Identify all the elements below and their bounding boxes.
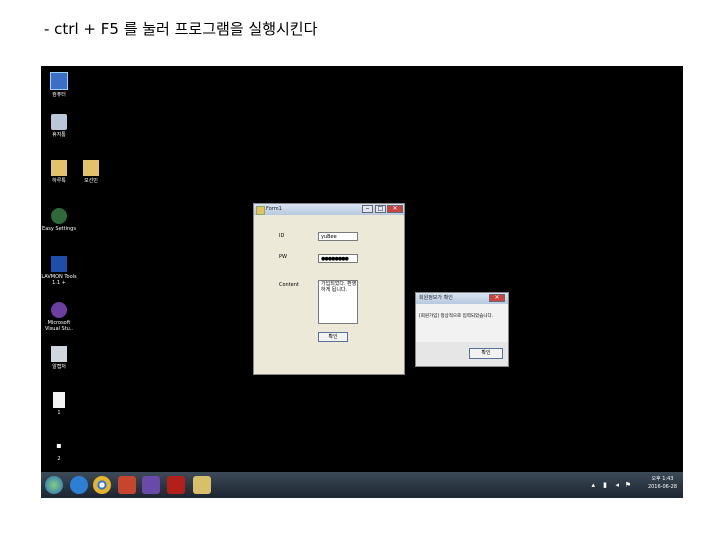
desktop-icon-label: Microsoft Visual Stu.. xyxy=(45,320,73,332)
desktop-icon-computer[interactable]: 컴퓨터 xyxy=(41,72,77,98)
content-textarea[interactable]: 가입되었다. 환영하게 됩니다. xyxy=(318,280,358,324)
id-label: ID xyxy=(279,233,285,239)
desktop-icon-label: 모선민 xyxy=(84,178,98,184)
clock-time: 오후 1:43 xyxy=(651,476,674,482)
easy-settings-icon xyxy=(51,208,67,224)
message-box-titlebar: 회원정보가 확인 ✕ xyxy=(416,293,508,304)
minimize-button[interactable]: ‒ xyxy=(362,205,373,213)
clock-date: 2016-06-28 xyxy=(647,484,677,490)
tray-arrow-icon[interactable]: ▴ xyxy=(591,481,595,489)
visual-studio-icon xyxy=(51,302,67,318)
app-icon xyxy=(256,206,265,215)
tray-flag-icon[interactable]: ⚑ xyxy=(625,481,631,489)
desktop-icon-label: 알캡처 xyxy=(52,364,66,370)
desktop-icon-shortcut-2[interactable]: ▪ 2 xyxy=(41,438,77,462)
form-window: Form1 ‒ □ ✕ ID yuBee PW ●●●●●●●● Content… xyxy=(253,203,405,375)
notepad-icon[interactable] xyxy=(193,476,211,494)
desktop-icon-easy-settings[interactable]: Easy Settings xyxy=(41,208,77,232)
content-label: Content xyxy=(279,282,299,288)
tray-network-icon[interactable]: ▮ xyxy=(603,481,607,489)
message-text: [회원가입] 정상적으로 입력되었습니다. xyxy=(419,314,494,319)
visual-studio-icon[interactable] xyxy=(142,476,160,494)
acrobat-icon[interactable] xyxy=(167,476,185,494)
id-input[interactable]: yuBee xyxy=(318,232,358,241)
tray-volume-icon[interactable]: ◂ xyxy=(615,481,619,489)
desktop-screenshot: 컴퓨터 휴지통 하루톡 모선민 Easy Settings LAVMON Too… xyxy=(41,66,683,498)
desktop-icon-recycle-bin[interactable]: 휴지통 xyxy=(41,114,77,138)
desktop-icon-folder-1[interactable]: 하루톡 xyxy=(41,160,77,184)
pw-label: PW xyxy=(279,254,287,260)
desktop-icon-folder-2[interactable]: 모선민 xyxy=(73,160,109,184)
close-button[interactable]: ✕ xyxy=(387,205,403,213)
message-ok-button[interactable]: 확인 xyxy=(469,348,503,359)
message-box-title: 회원정보가 확인 xyxy=(419,295,453,301)
desktop-icon-label: 2 xyxy=(57,456,61,462)
desktop-icon-lavmon[interactable]: LAVMON Tools 1.1 + xyxy=(41,256,77,286)
maximize-button[interactable]: □ xyxy=(375,205,386,213)
alcapture-icon xyxy=(51,346,67,362)
desktop-icon-visual-studio[interactable]: Microsoft Visual Stu.. xyxy=(41,302,77,332)
folder-icon xyxy=(83,160,99,176)
clock[interactable]: 오후 1:43 2016-06-28 xyxy=(648,475,677,491)
desktop-icon-label: Easy Settings xyxy=(42,226,76,232)
desktop-icon-label: 컴퓨터 xyxy=(52,92,66,98)
form-titlebar: Form1 ‒ □ ✕ xyxy=(254,204,404,215)
chrome-icon[interactable] xyxy=(93,476,111,494)
confirm-button[interactable]: 확인 xyxy=(318,332,348,342)
message-box: 회원정보가 확인 ✕ [회원가입] 정상적으로 입력되었습니다. 확인 xyxy=(415,292,509,367)
folder-icon xyxy=(51,160,67,176)
shortcut-icon: ▪ xyxy=(51,438,67,454)
instruction-caption: - ctrl + F5 를 눌러 프로그램을 실행시킨다 xyxy=(44,20,318,38)
desktop-icon-label: 1 xyxy=(57,410,61,416)
taskbar: ▴ ▮ ◂ ⚑ 오후 1:43 2016-06-28 xyxy=(41,472,683,498)
pw-input[interactable]: ●●●●●●●● xyxy=(318,254,358,263)
lavmon-icon xyxy=(51,256,67,272)
document-icon xyxy=(53,392,65,408)
desktop-icon-alcapture[interactable]: 알캡처 xyxy=(41,346,77,370)
form-title: Form1 xyxy=(266,206,282,212)
ie-icon[interactable] xyxy=(70,476,88,494)
message-box-footer: 확인 xyxy=(416,342,508,366)
desktop-icon-label: 하루톡 xyxy=(52,178,66,184)
desktop-icon-label: LAVMON Tools 1.1 + xyxy=(41,274,77,286)
start-orb-icon[interactable] xyxy=(45,476,63,494)
desktop-icon-label: 휴지통 xyxy=(52,132,66,138)
powerpoint-icon[interactable] xyxy=(118,476,136,494)
recycle-bin-icon xyxy=(51,114,67,130)
computer-icon xyxy=(50,72,68,90)
message-box-close-button[interactable]: ✕ xyxy=(489,294,505,302)
desktop-icon-document-1[interactable]: 1 xyxy=(41,392,77,416)
